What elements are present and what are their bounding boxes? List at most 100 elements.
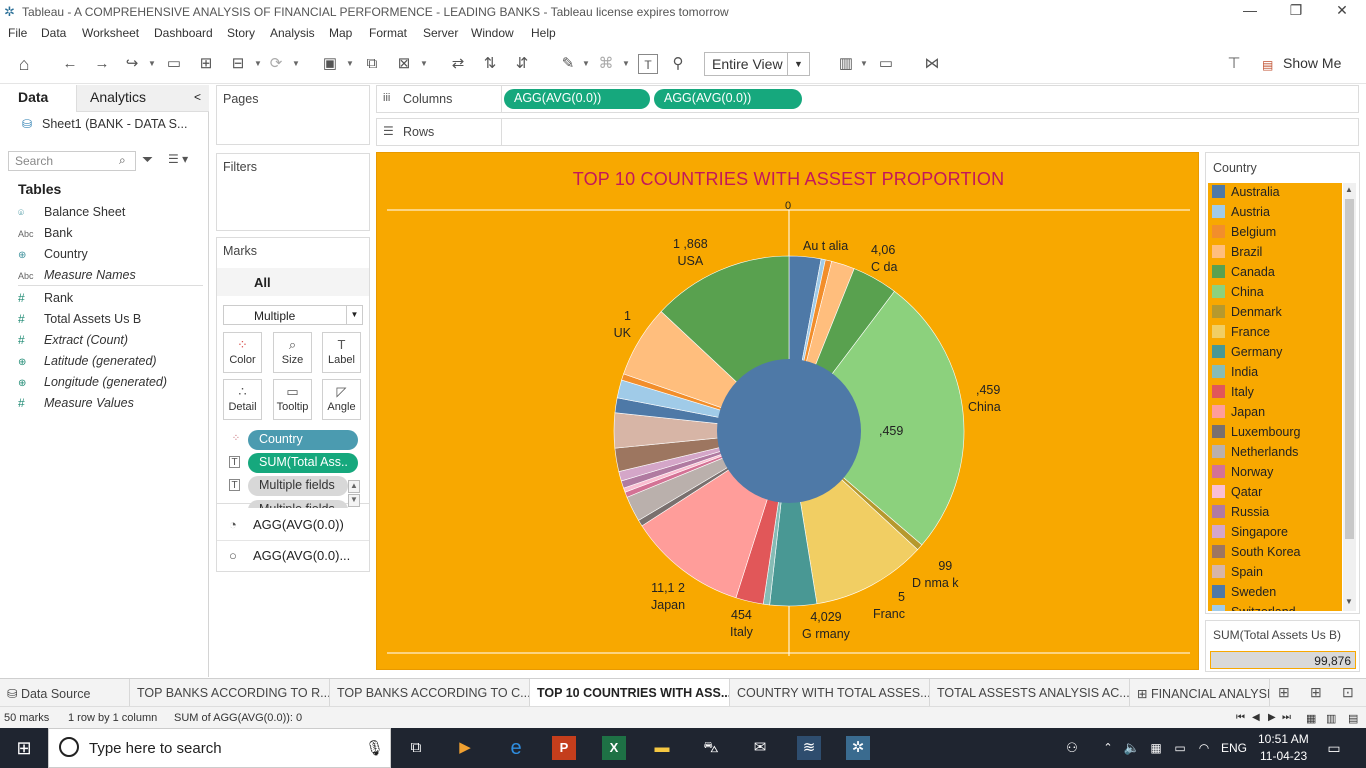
menu-help[interactable]: Help	[531, 26, 556, 40]
restore-icon[interactable]: ❐	[1286, 2, 1306, 20]
presentation-icon[interactable]: ▭	[876, 54, 896, 74]
clock-date[interactable]: 11-04-23	[1260, 749, 1307, 763]
field-longitude[interactable]: ⊕ Longitude (generated)	[18, 375, 167, 395]
highlight-icon[interactable]: ✎	[558, 54, 578, 74]
legend-item-denmark[interactable]: Denmark	[1212, 305, 1282, 323]
share-icon[interactable]: ⋈	[922, 54, 942, 74]
chart-area[interactable]: TOP 10 COUNTRIES WITH ASSEST PROPORTION …	[376, 152, 1199, 670]
swap-icon[interactable]: ⇄	[448, 54, 468, 74]
redo-icon[interactable]: →	[92, 54, 112, 74]
legend-item-india[interactable]: India	[1212, 365, 1258, 383]
tableau-taskbar-icon[interactable]: ✲	[846, 736, 870, 760]
nav-first-icon[interactable]: ⏮	[1236, 712, 1245, 723]
agg-card-2[interactable]: AGG(AVG(0.0)...	[253, 548, 350, 563]
scroll-up-icon[interactable]: ▲	[348, 480, 360, 493]
microphone-icon[interactable]: 🎙	[365, 739, 384, 757]
pause-updates-icon[interactable]: ⊟	[228, 54, 248, 74]
rows-shelf[interactable]: ☰ Rows	[376, 118, 1359, 146]
nav-next-icon[interactable]: ▶	[1268, 712, 1276, 723]
column-pill-1[interactable]: AGG(AVG(0.0))	[504, 89, 650, 109]
menu-server[interactable]: Server	[423, 26, 458, 40]
filter-icon[interactable]: ⏷	[142, 151, 153, 168]
marks-all-tab[interactable]: All	[254, 275, 271, 290]
new-worksheet-icon[interactable]: ▣	[320, 54, 340, 74]
pie-chart[interactable]	[377, 153, 1200, 671]
legend-item-austria[interactable]: Austria	[1212, 205, 1270, 223]
legend-item-netherlands[interactable]: Netherlands	[1212, 445, 1298, 463]
edge-icon[interactable]: e	[504, 736, 528, 760]
scroll-thumb[interactable]	[1345, 199, 1354, 539]
refresh-icon[interactable]: ⟳	[266, 54, 286, 74]
tab-sheet-2[interactable]: TOP BANKS ACCORDING TO C...	[330, 679, 530, 707]
field-country[interactable]: ⊕ Country	[18, 247, 88, 267]
legend-item-singapore[interactable]: Singapore	[1212, 525, 1288, 543]
menu-story[interactable]: Story	[227, 26, 255, 40]
chevron-up-icon[interactable]: ⌃	[1096, 736, 1120, 760]
duplicate-icon[interactable]: ⧉	[362, 54, 382, 74]
pin-signpost-icon[interactable]: ⊤	[1224, 54, 1244, 74]
clock-time[interactable]: 10:51 AM	[1258, 732, 1309, 746]
legend-item-italy[interactable]: Italy	[1212, 385, 1254, 403]
pages-shelf[interactable]: Pages	[216, 85, 370, 145]
excel-icon[interactable]: X	[602, 736, 626, 760]
pin-icon[interactable]: ⚲	[668, 54, 688, 74]
label-card[interactable]: T Label	[322, 332, 361, 373]
legend-scrollbar[interactable]: ▲ ▼	[1343, 183, 1356, 611]
collapse-pane-icon[interactable]: <	[194, 90, 201, 104]
angle-card[interactable]: ◸ Angle	[322, 379, 361, 420]
mail-icon[interactable]: ✉	[748, 736, 772, 760]
legend-item-france[interactable]: France	[1212, 325, 1270, 343]
show-labels-icon[interactable]: T	[638, 54, 658, 74]
menu-map[interactable]: Map	[329, 26, 352, 40]
legend-item-russia[interactable]: Russia	[1212, 505, 1269, 523]
menu-file[interactable]: File	[8, 26, 27, 40]
new-datasource-icon[interactable]: ⊞	[196, 54, 216, 74]
detail-card[interactable]: ∴ Detail	[223, 379, 262, 420]
close-icon[interactable]: ✕	[1332, 2, 1352, 20]
menu-data[interactable]: Data	[41, 26, 66, 40]
legend-item-canada[interactable]: Canada	[1212, 265, 1275, 283]
field-bank[interactable]: Abc Bank	[18, 226, 73, 246]
people-icon[interactable]: ⚇	[1060, 736, 1084, 760]
new-story-tab-icon[interactable]: ⊡	[1342, 684, 1354, 701]
powerpoint-icon[interactable]: P	[552, 736, 576, 760]
legend-item-japan[interactable]: Japan	[1212, 405, 1265, 423]
notifications-icon[interactable]: ▭	[1322, 736, 1346, 760]
nav-prev-icon[interactable]: ◀	[1252, 712, 1260, 723]
network-icon[interactable]: ▦	[1144, 736, 1168, 760]
field-measure-values[interactable]: # Measure Values	[18, 396, 134, 416]
tab-data-source[interactable]: ⛁ Data Source	[0, 679, 130, 707]
view-options-icon[interactable]: ☰ ▾	[168, 152, 188, 166]
legend-item-qatar[interactable]: Qatar	[1212, 485, 1262, 503]
datasource-name[interactable]: Sheet1 (BANK - DATA S...	[42, 117, 187, 131]
minimize-icon[interactable]: —	[1240, 2, 1260, 20]
legend-item-australia[interactable]: Australia	[1212, 185, 1280, 203]
menu-window[interactable]: Window	[471, 26, 514, 40]
legend-item-norway[interactable]: Norway	[1212, 465, 1273, 483]
task-view-icon[interactable]: ⧉	[404, 736, 428, 760]
legend-item-luxembourg[interactable]: Luxembourg	[1212, 425, 1301, 443]
menu-worksheet[interactable]: Worksheet	[82, 26, 139, 40]
replay-icon[interactable]: ↪	[122, 54, 142, 74]
tabs-view-icon[interactable]: ▤	[1348, 712, 1358, 725]
undo-icon[interactable]: ←	[60, 54, 80, 74]
volume-icon[interactable]: 🔈	[1120, 736, 1144, 760]
legend-item-germany[interactable]: Germany	[1212, 345, 1282, 363]
filmstrip-icon[interactable]: ▥	[1326, 712, 1336, 725]
new-dashboard-tab-icon[interactable]: ⊞	[1310, 684, 1322, 701]
menu-analysis[interactable]: Analysis	[270, 26, 315, 40]
pill-sum-total-assets[interactable]: SUM(Total Ass..	[248, 453, 358, 473]
app-icon[interactable]: ≋	[797, 736, 821, 760]
mark-type-select[interactable]: Multiple ▼	[223, 305, 363, 325]
legend-item-switzerland[interactable]: Switzerland	[1212, 605, 1296, 611]
home-icon[interactable]: ⌂	[14, 54, 34, 74]
legend-item-brazil[interactable]: Brazil	[1212, 245, 1262, 263]
show-cards-icon[interactable]: ▥	[836, 54, 856, 74]
store-icon[interactable]: ⛍	[699, 736, 723, 760]
field-search-input[interactable]: Search ⌕	[8, 151, 136, 171]
wifi-icon[interactable]: ◠	[1192, 736, 1216, 760]
field-total-assets[interactable]: # Total Assets Us B	[18, 312, 141, 332]
show-me-button[interactable]: Show Me	[1283, 55, 1341, 71]
new-worksheet-tab-icon[interactable]: ⊞	[1278, 684, 1290, 701]
filters-shelf[interactable]: Filters	[216, 153, 370, 231]
